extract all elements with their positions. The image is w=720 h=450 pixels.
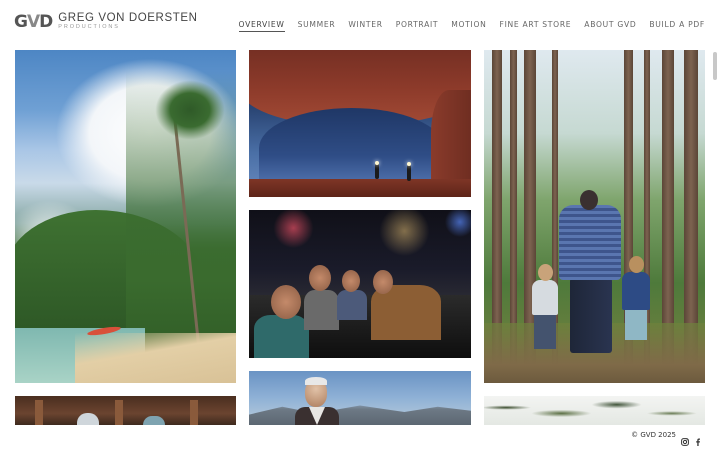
site-footer: © GVD 2025	[631, 431, 702, 446]
nav-item-fine-art-store[interactable]: FINE ART STORE	[500, 20, 572, 32]
nav-item-motion[interactable]: MOTION	[451, 20, 486, 32]
photo-friends-in-car[interactable]	[249, 210, 471, 358]
facebook-icon[interactable]	[694, 431, 702, 446]
photo-rock-arch-night[interactable]	[249, 50, 471, 197]
photo-tropical-beach[interactable]	[15, 50, 236, 383]
photo-elderly-man-portrait[interactable]	[249, 371, 471, 425]
instagram-icon[interactable]	[681, 431, 689, 446]
site-logo[interactable]: GVD GREG VON DOERSTEN PRODUCTIONS	[14, 12, 198, 32]
main-nav: OVERVIEW SUMMER WINTER PORTRAIT MOTION F…	[226, 20, 705, 32]
nav-item-about-gvd[interactable]: ABOUT GVD	[584, 20, 636, 32]
site-header: GVD GREG VON DOERSTEN PRODUCTIONS OVERVI…	[0, 0, 720, 46]
photo-wooden-interior[interactable]	[15, 396, 236, 425]
nav-item-winter[interactable]: WINTER	[348, 20, 382, 32]
copyright-text: © GVD 2025	[631, 431, 676, 439]
nav-item-overview[interactable]: OVERVIEW	[238, 20, 285, 32]
logo-mark: GVD	[14, 12, 53, 32]
nav-item-summer[interactable]: SUMMER	[298, 20, 336, 32]
page-scrollbar[interactable]	[713, 52, 717, 80]
logo-subtitle: PRODUCTIONS	[58, 24, 120, 30]
nav-item-build-a-pdf[interactable]: BUILD A PDF	[649, 20, 705, 32]
photo-leaves[interactable]	[484, 396, 705, 425]
logo-name: GREG VON DOERSTEN	[58, 12, 198, 24]
photo-family-forest-walk[interactable]	[484, 50, 705, 383]
nav-item-portrait[interactable]: PORTRAIT	[396, 20, 439, 32]
